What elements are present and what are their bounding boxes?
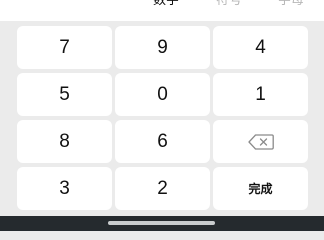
key-5[interactable]: 5 bbox=[17, 73, 112, 116]
numeric-keyboard: 数字 符号 字母 7 9 4 5 0 1 8 6 3 2 完成 bbox=[0, 0, 324, 231]
tab-letters[interactable]: 字母 bbox=[278, 0, 304, 9]
system-nav-bar bbox=[0, 216, 324, 231]
tab-numbers[interactable]: 数字 bbox=[153, 0, 179, 9]
key-1[interactable]: 1 bbox=[213, 73, 308, 116]
backspace-icon bbox=[247, 133, 274, 150]
key-6[interactable]: 6 bbox=[115, 120, 210, 163]
key-7[interactable]: 7 bbox=[17, 26, 112, 69]
key-3[interactable]: 3 bbox=[17, 167, 112, 210]
key-0[interactable]: 0 bbox=[115, 73, 210, 116]
keyboard-mode-tabs: 数字 符号 字母 bbox=[0, 0, 324, 21]
key-2[interactable]: 2 bbox=[115, 167, 210, 210]
key-8[interactable]: 8 bbox=[17, 120, 112, 163]
delete-key[interactable] bbox=[213, 120, 308, 163]
home-indicator[interactable] bbox=[108, 221, 215, 225]
key-9[interactable]: 9 bbox=[115, 26, 210, 69]
key-4[interactable]: 4 bbox=[213, 26, 308, 69]
done-button[interactable]: 完成 bbox=[213, 167, 308, 210]
tab-symbols[interactable]: 符号 bbox=[216, 0, 242, 9]
